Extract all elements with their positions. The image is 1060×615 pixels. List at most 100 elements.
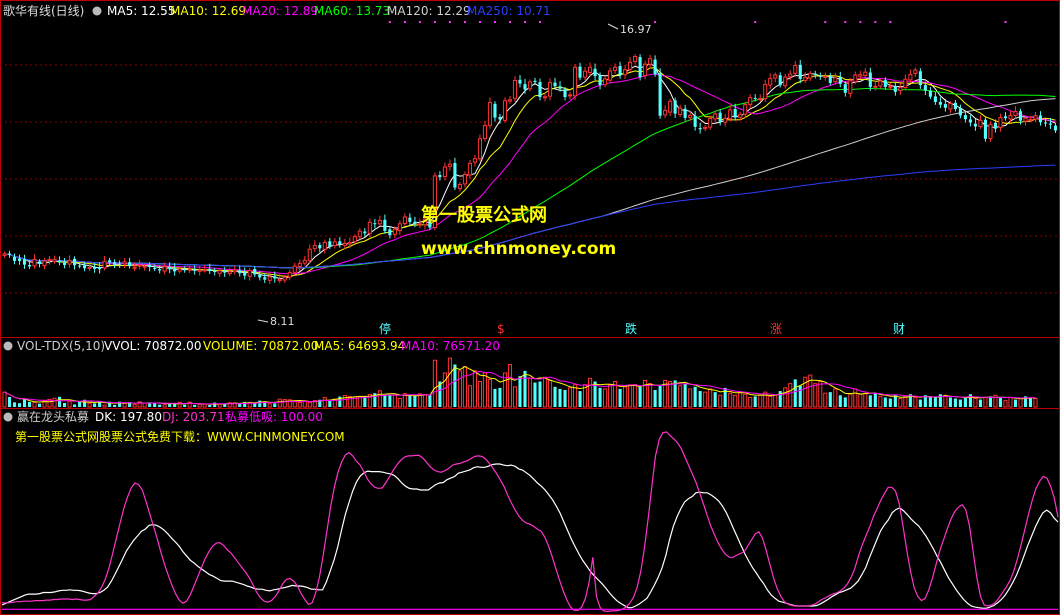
indicator-lines [1, 431, 1059, 613]
volume-bar-down [1013, 399, 1018, 407]
event-marker-rise[interactable]: 涨 [770, 321, 782, 336]
candle-body-up [392, 228, 397, 235]
volume-bar-down [933, 397, 937, 407]
volume-bar-up [688, 388, 693, 408]
candle-body-down [148, 264, 152, 268]
candle-body-down [868, 72, 872, 87]
volume-bar-down [78, 401, 82, 407]
candle-body-down [578, 66, 582, 78]
candle-body-down [683, 108, 687, 118]
volume-bar-down [563, 390, 567, 407]
volume-bar-up [467, 385, 472, 408]
event-marker-fall[interactable]: 跌 [625, 321, 637, 336]
candle-body-up [858, 74, 863, 77]
volume-bar-down [493, 388, 497, 407]
candle-body-up [623, 69, 628, 76]
candle-body-down [498, 116, 502, 120]
candle-body-down [118, 263, 122, 265]
volume-bar-up [758, 394, 763, 408]
event-marker-suspend[interactable]: 停 [379, 321, 391, 336]
candle-body-down [958, 108, 962, 116]
settings-toggle-icon[interactable] [92, 6, 102, 16]
candle-body-down [893, 85, 897, 92]
candle-body-up [202, 269, 207, 272]
volume-indicator-name: VOL-TDX(5,10) [17, 339, 105, 353]
candle-body-down [918, 71, 922, 86]
candle-body-down [73, 258, 77, 266]
volume-bar-up [1003, 400, 1008, 408]
candle-body-up [768, 78, 773, 86]
candle-body-down [388, 229, 392, 236]
candle-body-down [638, 57, 642, 78]
candle-body-up [748, 97, 753, 105]
candle-body-up [608, 70, 613, 81]
volume-settings-icon[interactable] [3, 341, 13, 351]
volume-bar-up [1018, 398, 1023, 408]
candle-body-up [32, 258, 37, 267]
volume-bar-down [408, 395, 412, 407]
event-marker-dividend[interactable]: $ [497, 322, 505, 336]
volume-bar-down [683, 383, 687, 407]
volume-bar-down [37, 403, 42, 407]
volume-bar-up [277, 398, 282, 408]
volume-bar-up [973, 398, 978, 408]
candle-body-down [208, 268, 212, 272]
candle-body-down [213, 270, 217, 272]
candle-body-down [17, 258, 22, 261]
candle-body-down [733, 109, 737, 118]
volume-bar-down [558, 388, 562, 407]
volume-bar-down [998, 397, 1002, 407]
volume-bar-down [618, 388, 622, 407]
candle-body-down [553, 82, 557, 87]
volume-bar-up [768, 395, 773, 408]
volume-bar-down [1028, 397, 1033, 407]
watermark-url: www.chnmoney.com [421, 239, 616, 259]
volume-bar-up [87, 402, 92, 408]
stock-chart[interactable]: 16.97 8.11 第一股票公式网 www.chnmoney.com 停 $ … [0, 0, 1060, 615]
candle-body-down [153, 268, 157, 269]
candle-body-down [838, 77, 842, 84]
candle-body-up [402, 216, 407, 224]
candle-body-down [183, 269, 187, 271]
candle-body-down [518, 79, 522, 84]
legend-dk: DK: 197.80 [95, 410, 162, 424]
candle-body-down [413, 221, 417, 224]
candle-body-down [813, 73, 817, 75]
candle-body-down [968, 119, 972, 123]
candle-body-up [808, 72, 813, 79]
candle-body-up [763, 83, 768, 100]
candle-body-down [128, 262, 132, 267]
volume-bar-up [202, 403, 207, 408]
signal-dot [523, 21, 526, 23]
candle-body-down [83, 265, 87, 269]
candle-body-up [783, 76, 788, 87]
signal-dot [889, 21, 892, 23]
volume-bar-up [67, 400, 72, 408]
volume-bar-down [653, 390, 657, 407]
volume-bar-up [297, 402, 302, 408]
candle-body-up [367, 221, 372, 234]
volume-bar-up [307, 402, 312, 408]
volume-bar-up [903, 395, 908, 408]
candle-body-down [928, 90, 932, 97]
volume-bar-down [928, 396, 932, 407]
legend-volume: VOLUME: 70872.00 [203, 339, 318, 353]
volume-bar-down [838, 395, 842, 407]
volume-bar-up [898, 398, 903, 408]
volume-bar-up [813, 383, 818, 408]
event-marker-finance[interactable]: 财 [893, 322, 905, 336]
candle-body-down [22, 259, 27, 265]
low-price-label: 8.11 [270, 315, 295, 328]
volume-bar-down [638, 386, 642, 407]
indicator-settings-icon[interactable] [3, 412, 13, 422]
candle-body-up [467, 162, 472, 176]
candle-body-down [338, 241, 342, 245]
volume-bar-up [718, 394, 723, 408]
volume-bar-down [698, 391, 702, 407]
volume-bar-up [878, 395, 883, 408]
candle-body-up [2, 253, 7, 256]
candle-body-up [603, 78, 608, 86]
volume-bar-up [472, 370, 477, 408]
volume-bar-up [217, 403, 222, 408]
candle-body-down [27, 264, 32, 267]
